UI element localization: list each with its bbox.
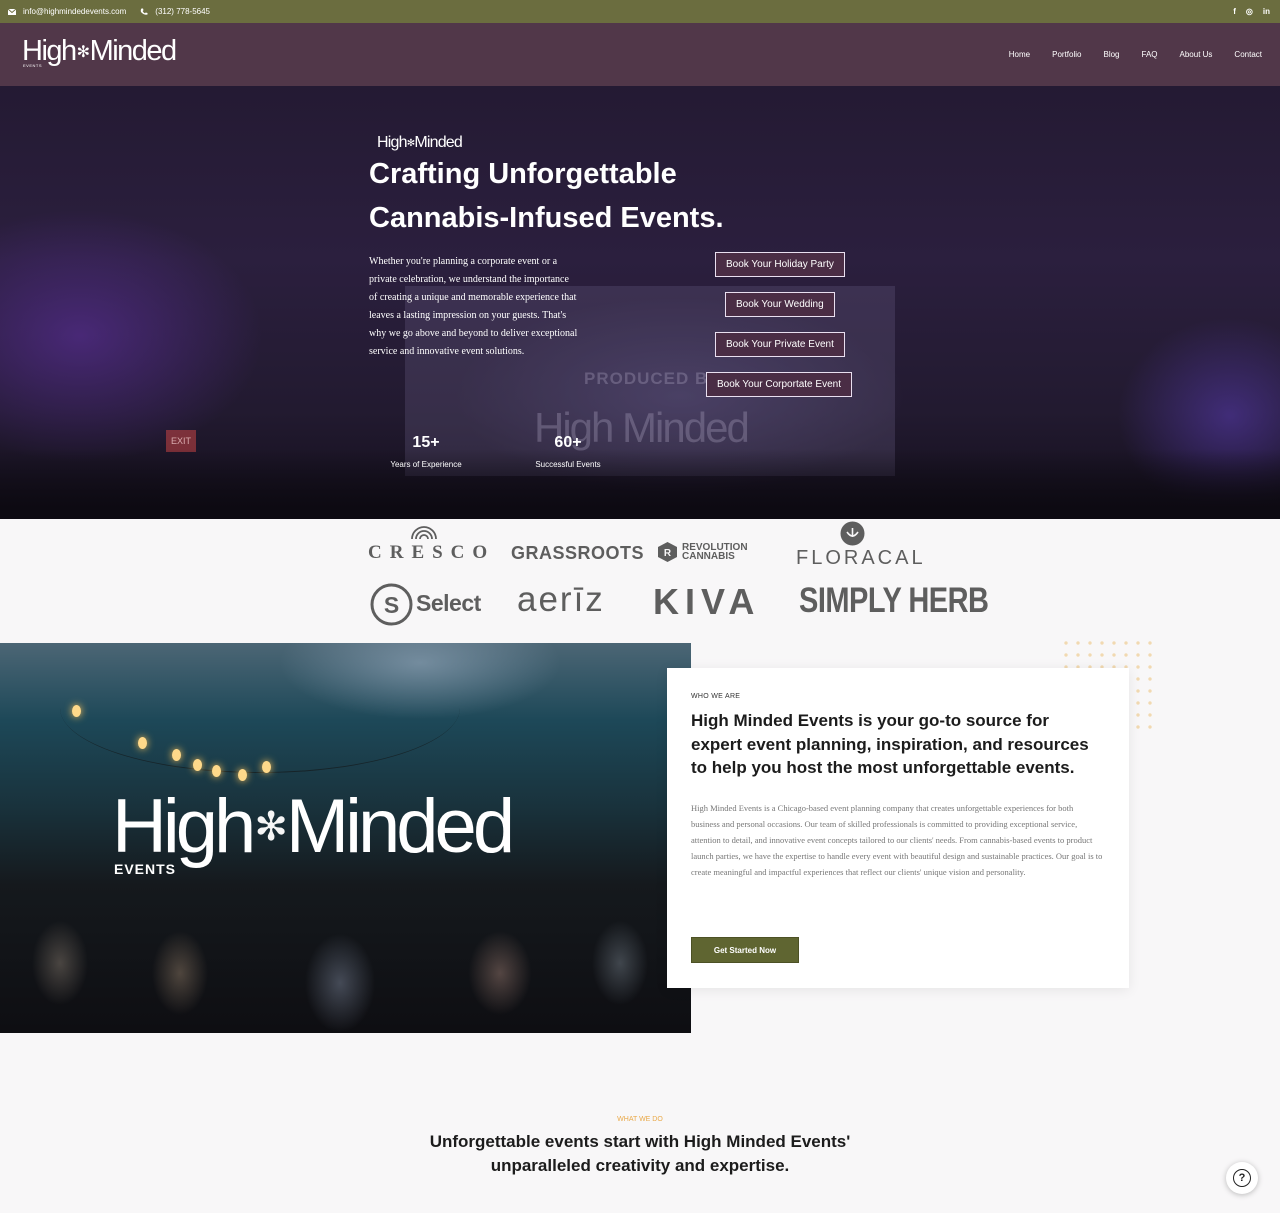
top-bar: info@highmindedevents.com (312) 778-5645…	[0, 0, 1280, 23]
nav-about-us[interactable]: About Us	[1180, 50, 1213, 59]
brand-floracal: FLORACAL	[796, 547, 926, 569]
brand-aeriz: aerīz	[517, 580, 605, 619]
light-bulb	[262, 761, 271, 773]
hero-section: PRODUCED B High Minded EXIT High ✻ Minde…	[0, 86, 1280, 519]
book-holiday-party-button[interactable]: Book Your Holiday Party	[715, 252, 845, 277]
light-bulb	[212, 765, 221, 777]
get-started-button[interactable]: Get Started Now	[691, 937, 799, 963]
linkedin-icon[interactable]: in	[1263, 6, 1270, 17]
svg-text:S: S	[384, 592, 399, 618]
nav-contact[interactable]: Contact	[1234, 50, 1262, 59]
nav-portfolio[interactable]: Portfolio	[1052, 50, 1081, 59]
string-lights-wire	[60, 643, 460, 773]
hero-logo-left: High	[377, 134, 408, 151]
brand-revolution-line2: CANNABIS	[682, 551, 735, 562]
event-photo: High ✻ Minded EVENTS	[0, 643, 691, 1033]
book-private-event-button[interactable]: Book Your Private Event	[715, 332, 845, 357]
who-we-are-body: High Minded Events is a Chicago-based ev…	[691, 802, 1103, 878]
stat-years-label: Years of Experience	[390, 460, 462, 469]
nav-faq[interactable]: FAQ	[1142, 50, 1158, 59]
brand-grassroots: GRASSROOTS	[511, 543, 645, 563]
hero-title: Crafting Unforgettable Cannabis-Infused …	[369, 158, 724, 234]
hero-background-text-produced: PRODUCED B	[584, 369, 709, 388]
photo-logo-left: High	[112, 784, 256, 869]
brand-kiva: KIVA	[653, 581, 761, 622]
what-we-do-eyebrow: WHAT WE DO	[617, 1116, 663, 1123]
cannabis-leaf-icon: ✻	[76, 43, 90, 61]
main-nav: Home Portfolio Blog FAQ About Us Contact	[1009, 50, 1262, 59]
question-icon: ?	[1233, 1169, 1251, 1187]
revolution-hexagon-icon: R	[658, 542, 677, 562]
light-bulb	[138, 737, 147, 749]
email-contact[interactable]: info@highmindedevents.com	[8, 7, 126, 16]
who-we-are-heading: High Minded Events is your go-to source …	[691, 711, 1089, 777]
envelope-icon	[8, 8, 16, 15]
social-links: f ◎ in	[1233, 6, 1270, 17]
stat-events-value: 60+	[554, 434, 582, 451]
cannabis-leaf-icon: ✻	[254, 804, 287, 849]
brand-select: Select	[416, 590, 481, 616]
floracal-badge-icon	[840, 521, 865, 546]
nav-home[interactable]: Home	[1009, 50, 1030, 59]
cannabis-leaf-icon: ✻	[406, 137, 415, 149]
light-bulb	[72, 705, 81, 717]
stat-years: 15+ Years of Experience	[385, 434, 467, 469]
book-wedding-button[interactable]: Book Your Wedding	[725, 292, 835, 317]
phone-icon	[141, 8, 148, 15]
hero-logo-right: Minded	[414, 134, 462, 151]
who-we-are-card: WHO WE ARE High Minded Events is your go…	[667, 668, 1129, 988]
hero-crowd-shadow	[0, 449, 1280, 519]
hero-description: Whether you're planning a corporate even…	[369, 256, 578, 357]
site-logo[interactable]: High ✻ Minded EVENTS	[22, 35, 178, 68]
nav-blog[interactable]: Blog	[1103, 50, 1119, 59]
help-chat-button[interactable]: ?	[1226, 1162, 1258, 1194]
photo-logo-overlay: High ✻ Minded EVENTS	[112, 783, 515, 877]
logo-text-right: Minded	[89, 35, 178, 67]
brand-simply-herb: SIMPLY HERB	[799, 582, 989, 621]
photo-logo-sub: EVENTS	[114, 861, 177, 877]
what-we-do-title-line1: Unforgettable events start with High Min…	[429, 1132, 851, 1151]
light-bulb	[238, 769, 247, 781]
phone-contact[interactable]: (312) 778-5645	[140, 7, 210, 16]
stat-events-label: Successful Events	[535, 460, 601, 469]
stat-years-value: 15+	[412, 434, 440, 451]
instagram-icon[interactable]: ◎	[1246, 6, 1253, 17]
what-we-do-title: Unforgettable events start with High Min…	[0, 1130, 1280, 1178]
brand-revolution-cannabis: REVOLUTION CANNABIS	[682, 543, 748, 562]
select-s-circle-icon: S	[370, 583, 413, 626]
light-bulb	[172, 749, 181, 761]
book-corporate-event-button[interactable]: Book Your Corportate Event	[706, 372, 852, 397]
brand-cresco: CRESCO	[368, 542, 496, 563]
facebook-icon[interactable]: f	[1233, 6, 1236, 17]
email-text: info@highmindedevents.com	[23, 7, 127, 16]
who-we-are-eyebrow: WHO WE ARE	[691, 693, 741, 700]
stat-events: 60+ Successful Events	[529, 434, 607, 469]
phone-text: (312) 778-5645	[155, 7, 211, 16]
logo-subtext: EVENTS	[23, 63, 43, 68]
site-header: High ✻ Minded EVENTS Home Portfolio Blog…	[0, 23, 1280, 86]
photo-logo-right: Minded	[285, 784, 515, 869]
svg-text:R: R	[664, 548, 672, 559]
hero-logo: High ✻ Minded	[377, 134, 463, 152]
cresco-rainbow-icon	[411, 526, 437, 539]
what-we-do-title-line2: unparalleled creativity and expertise.	[490, 1156, 790, 1175]
light-bulb	[193, 759, 202, 771]
